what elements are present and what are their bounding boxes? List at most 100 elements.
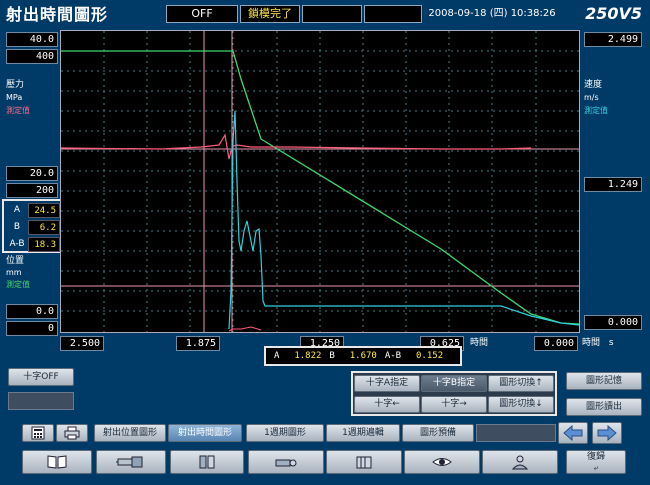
cross-a-button[interactable]: 十字A指定 <box>354 375 420 392</box>
cursor-ab-value: 18.3 <box>28 237 60 252</box>
position-zero-box: 0.0 <box>6 304 58 319</box>
speed-curve <box>228 110 579 330</box>
mold-icon <box>199 455 215 469</box>
time-graph-svg <box>61 31 579 332</box>
screen: 射出時間圖形 OFF 鎖模完了 2008-09-18 (四) 10:38:26 … <box>0 0 650 485</box>
position-measured-label: 測定值 <box>6 280 30 289</box>
tab-injection-time-graph[interactable]: 射出時間圖形 <box>168 424 242 442</box>
tab-cycle-edit[interactable]: 1週期遍輯 <box>326 424 400 442</box>
pressure-measured-label: 測定值 <box>6 106 30 115</box>
status-empty-box-2 <box>364 5 422 23</box>
cursor-a-row: A 24.5 <box>6 203 60 218</box>
calculator-button[interactable] <box>22 424 54 442</box>
monitor-button[interactable] <box>404 450 480 474</box>
cursor-a-label: A <box>13 205 21 215</box>
time-right-text: 時間 <box>582 338 601 348</box>
calculator-icon <box>31 426 45 440</box>
cursor-ab-row: A-B 18.3 <box>6 237 60 252</box>
time-tick-1: 1.875 <box>176 336 220 351</box>
cross-b-button[interactable]: 十字B指定 <box>421 375 487 392</box>
graph-switch-down-button[interactable]: 圖形切換↓ <box>488 396 554 413</box>
weekday: (四) <box>489 8 508 19</box>
pressure-curve <box>61 133 532 160</box>
time-b-value: 1.670 <box>349 351 377 361</box>
time-b-label: B <box>329 351 335 361</box>
time-a-value: 1.822 <box>294 351 322 361</box>
printer-icon <box>64 426 80 440</box>
pressure-unit: MPa <box>6 93 23 102</box>
model-logo: 250V5 <box>585 4 642 23</box>
datetime: 2008-09-18 (四) 10:38:26 <box>424 5 560 23</box>
speed-mid-box: 1.249 <box>584 177 642 192</box>
speed-zero-box: 0.000 <box>584 315 642 330</box>
date: 2008-09-18 <box>428 8 487 19</box>
heater-icon <box>356 456 372 469</box>
time-a-label: A <box>274 351 280 361</box>
pressure-label: 壓力 <box>6 80 25 90</box>
mold-button[interactable] <box>170 450 244 474</box>
pressure-mid-box: 20.0 <box>6 166 58 181</box>
restore-label: 復歸 <box>586 452 605 462</box>
print-button[interactable] <box>56 424 88 442</box>
graph-memory-button[interactable]: 圖形記憶 <box>566 372 642 390</box>
crosshair-off-button[interactable]: 十字OFF <box>8 368 74 386</box>
cursor-value-panel: A 24.5 B 6.2 A-B 18.3 <box>2 199 64 253</box>
position-label: 位置 <box>6 256 25 266</box>
injection-unit-icon <box>116 456 143 468</box>
next-page-button[interactable] <box>592 422 622 444</box>
pressure-max-box: 40.0 <box>6 32 58 47</box>
arrow-left-icon <box>563 424 583 442</box>
cursor-b-value: 6.2 <box>28 220 60 235</box>
restore-icon: ⤶ <box>593 463 599 472</box>
operator-button[interactable] <box>482 450 558 474</box>
eye-icon <box>432 458 452 466</box>
arrow-right-icon <box>597 424 617 442</box>
time-end-box: 0.000 <box>534 336 578 351</box>
speed-measured-label: 測定值 <box>584 106 608 115</box>
time-readout: A 1.822 B 1.670 A-B 0.152 <box>264 346 462 366</box>
pressure-max2-box: 400 <box>6 49 58 64</box>
cursor-b-label: B <box>13 222 21 232</box>
tab-graph-prepare[interactable]: 圖形預備 <box>402 424 474 442</box>
time-ab-label: A-B <box>384 351 402 361</box>
cross-right-button[interactable]: 十字→ <box>421 396 487 413</box>
cursor-control-panel: 十字A指定 十字B指定 圖形切換↑ 十字← 十字→ 圖形切換↓ <box>351 371 557 416</box>
time-tick-0: 2.500 <box>60 336 104 351</box>
restore-button[interactable]: 復歸 ⤶ <box>566 450 626 474</box>
time: 10:38:26 <box>510 8 556 19</box>
tab-empty <box>476 424 556 442</box>
pressure-tail <box>228 326 262 332</box>
time-ab-value: 0.152 <box>416 351 444 361</box>
graph-recall-button[interactable]: 圖形讀出 <box>566 398 642 416</box>
status-mold-box: 鎖模完了 <box>240 5 300 23</box>
manual-book-button[interactable] <box>22 450 92 474</box>
grid <box>61 31 579 332</box>
graph-switch-up-button[interactable]: 圖形切換↑ <box>488 375 554 392</box>
time-unit: s <box>608 338 614 348</box>
pressure-mid2-box: 200 <box>6 183 58 198</box>
position-zero2-box: 0 <box>6 321 58 336</box>
speed-max-box: 2.499 <box>584 32 642 47</box>
ejector-button[interactable] <box>248 450 324 474</box>
injection-unit-button[interactable] <box>96 450 166 474</box>
cursor-b-row: B 6.2 <box>6 220 60 235</box>
previous-page-button[interactable] <box>558 422 588 444</box>
time-axis-label: 時間 <box>470 338 489 348</box>
tab-injection-position-graph[interactable]: 射出位置圖形 <box>94 424 166 442</box>
tab-cycle-graph[interactable]: 1週期圖形 <box>246 424 324 442</box>
speed-label: 速度 <box>584 80 603 90</box>
blank-button[interactable] <box>8 392 74 410</box>
book-icon <box>47 455 67 469</box>
status-off-box: OFF <box>166 5 238 23</box>
time-right-label: 時間 s <box>582 338 614 349</box>
status-empty-box-1 <box>302 5 362 23</box>
temperature-button[interactable] <box>326 450 402 474</box>
cursor-a-value: 24.5 <box>28 203 60 218</box>
cursor-ab-label: A-B <box>9 239 25 249</box>
operator-icon <box>511 455 529 470</box>
cross-left-button[interactable]: 十字← <box>354 396 420 413</box>
time-graph[interactable] <box>60 30 580 333</box>
ejector-icon <box>275 459 297 467</box>
page-title: 射出時間圖形 <box>6 5 109 24</box>
position-unit: mm <box>6 268 22 277</box>
